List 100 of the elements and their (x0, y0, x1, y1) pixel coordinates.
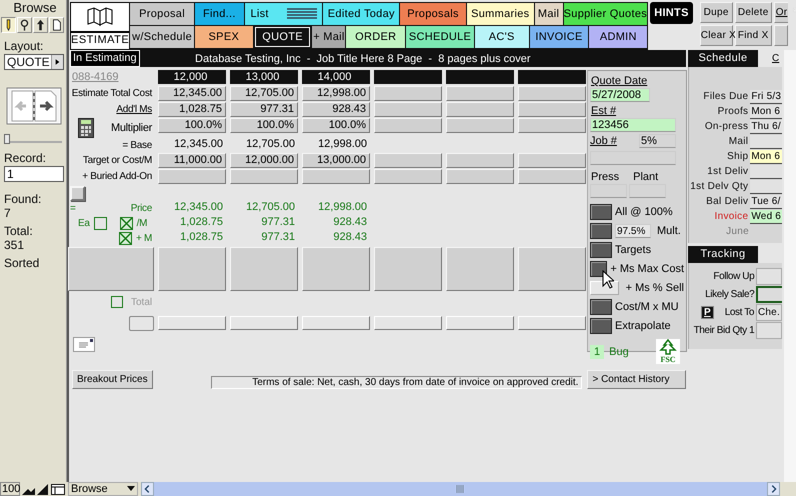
press-field[interactable] (590, 184, 627, 198)
value-field[interactable] (374, 153, 442, 168)
value-field[interactable] (518, 86, 586, 101)
date-field[interactable]: Mon 6 (750, 104, 782, 118)
value-field[interactable] (446, 102, 514, 117)
tracking-field[interactable]: Che. (756, 304, 782, 320)
nav-tab[interactable]: QUOTE (254, 26, 312, 48)
date-field[interactable]: Tue 6/ (750, 194, 782, 208)
nav-button[interactable]: Supplier Quotes (564, 3, 648, 25)
nav-button[interactable]: Edited Today (323, 3, 400, 25)
action-button[interactable]: Dupe (700, 2, 733, 23)
p-button[interactable]: P (701, 306, 714, 318)
value-field[interactable]: 100.0% (158, 118, 226, 133)
nav-button[interactable]: List (244, 3, 322, 25)
date-field[interactable] (750, 164, 782, 178)
hints-button[interactable]: HINTS (650, 2, 693, 24)
layout-dropdown[interactable]: QUOTE (4, 54, 64, 70)
value-field[interactable] (446, 86, 514, 101)
nav-tab[interactable]: ADMIN (589, 26, 648, 48)
nav-tab[interactable]: w/Schedule (130, 26, 194, 48)
scroll-track[interactable] (784, 50, 796, 482)
quote-date-field[interactable]: 5/27/2008 (590, 88, 650, 102)
value-field[interactable] (374, 102, 442, 117)
zoom-level[interactable]: 100 (0, 482, 20, 496)
plant-field[interactable] (629, 184, 666, 198)
value-field[interactable] (518, 169, 586, 184)
date-field[interactable]: Wed 6 (750, 210, 782, 224)
date-field[interactable]: Fri 5/3 (750, 90, 782, 104)
envelope-icon[interactable] (73, 337, 95, 352)
horizontal-scrollbar[interactable] (141, 482, 780, 496)
checkbox[interactable] (94, 217, 107, 230)
action-button[interactable] (590, 222, 612, 238)
notes-field[interactable] (446, 247, 514, 291)
date-field[interactable]: Mon 6 (750, 150, 782, 164)
tracking-field[interactable] (756, 268, 782, 284)
tab-link[interactable]: C (772, 53, 780, 64)
nav-tab[interactable]: SPEX (194, 26, 253, 48)
value-field[interactable] (446, 118, 514, 133)
value-field[interactable] (374, 86, 442, 101)
value-field[interactable]: 11,000.00 (158, 153, 226, 168)
nav-button[interactable]: Mail (534, 3, 563, 25)
notes-field[interactable] (302, 247, 370, 291)
tool-button[interactable] (1, 17, 16, 33)
breakout-prices-button[interactable]: Breakout Prices (72, 370, 153, 389)
action-button[interactable]: Clear X (700, 25, 733, 46)
scroll-right-icon[interactable] (767, 482, 780, 496)
nav-tab[interactable]: SCHEDULE (406, 26, 474, 48)
value-field[interactable]: 100.0% (302, 118, 370, 133)
value-field[interactable]: 977.31 (230, 102, 298, 117)
value-field[interactable]: 12,345.00 (158, 86, 226, 101)
action-button[interactable] (590, 204, 612, 220)
notes-field[interactable] (374, 247, 442, 291)
mode-dropdown[interactable]: Browse (68, 482, 138, 496)
contact-history-button[interactable]: > Contact History (587, 370, 686, 389)
value-field[interactable]: 928.43 (302, 102, 370, 117)
layout-toggle-icon[interactable] (50, 482, 66, 496)
record-slider[interactable] (4, 134, 62, 143)
notes-field[interactable] (230, 247, 298, 291)
nav-button[interactable]: Find... (194, 3, 244, 25)
value-field[interactable] (302, 169, 370, 184)
checkbox[interactable] (120, 217, 133, 230)
estimate-number-link[interactable]: Est # (591, 104, 616, 118)
tracking-field[interactable] (756, 322, 782, 338)
value-field[interactable] (518, 153, 586, 168)
small-field[interactable] (129, 316, 154, 331)
calculator-icon[interactable] (78, 118, 94, 138)
row-link[interactable]: Add'l Ms (116, 104, 152, 115)
action-button[interactable]: Or (774, 2, 788, 23)
multiplier-field[interactable]: 97.5% (615, 224, 651, 238)
value-field[interactable] (158, 169, 226, 184)
checkbox[interactable] (111, 296, 123, 308)
notes-field[interactable] (158, 247, 226, 291)
zoom-icon[interactable] (20, 482, 50, 496)
value-field[interactable] (446, 153, 514, 168)
checkbox[interactable] (118, 232, 132, 245)
estimate-number-field[interactable]: 123456 (590, 118, 676, 132)
action-button[interactable]: Delete (734, 2, 772, 23)
record-field[interactable]: 1 (4, 166, 64, 182)
value-field[interactable] (374, 118, 442, 133)
nav-button[interactable]: Proposal (130, 3, 194, 25)
job-number-link[interactable]: Job # (590, 134, 617, 148)
value-field[interactable]: 12,000.00 (230, 153, 298, 168)
action-button[interactable] (590, 298, 612, 314)
job-percent-field[interactable]: 5% (639, 134, 676, 148)
nav-button[interactable]: Proposals (400, 3, 466, 25)
nav-tab[interactable]: AC'S (474, 26, 529, 48)
date-field[interactable] (750, 134, 782, 148)
scroll-left-icon[interactable] (141, 482, 154, 496)
value-field[interactable]: 12,705.00 (230, 86, 298, 101)
action-button[interactable]: Find X (734, 25, 772, 46)
nav-button[interactable]: Summaries (466, 3, 534, 25)
schedule-tab[interactable]: Schedule (688, 50, 758, 67)
notes-field[interactable] (518, 247, 586, 291)
nav-tab[interactable]: + Mail (312, 26, 346, 48)
tracking-tab[interactable]: Tracking (688, 246, 758, 263)
value-field[interactable]: 1,028.75 (158, 102, 226, 117)
slider-thumb[interactable] (4, 134, 10, 144)
quote-date-link[interactable]: Quote Date (591, 74, 648, 88)
scroll-grip-icon[interactable] (456, 485, 466, 493)
value-field[interactable] (518, 118, 586, 133)
